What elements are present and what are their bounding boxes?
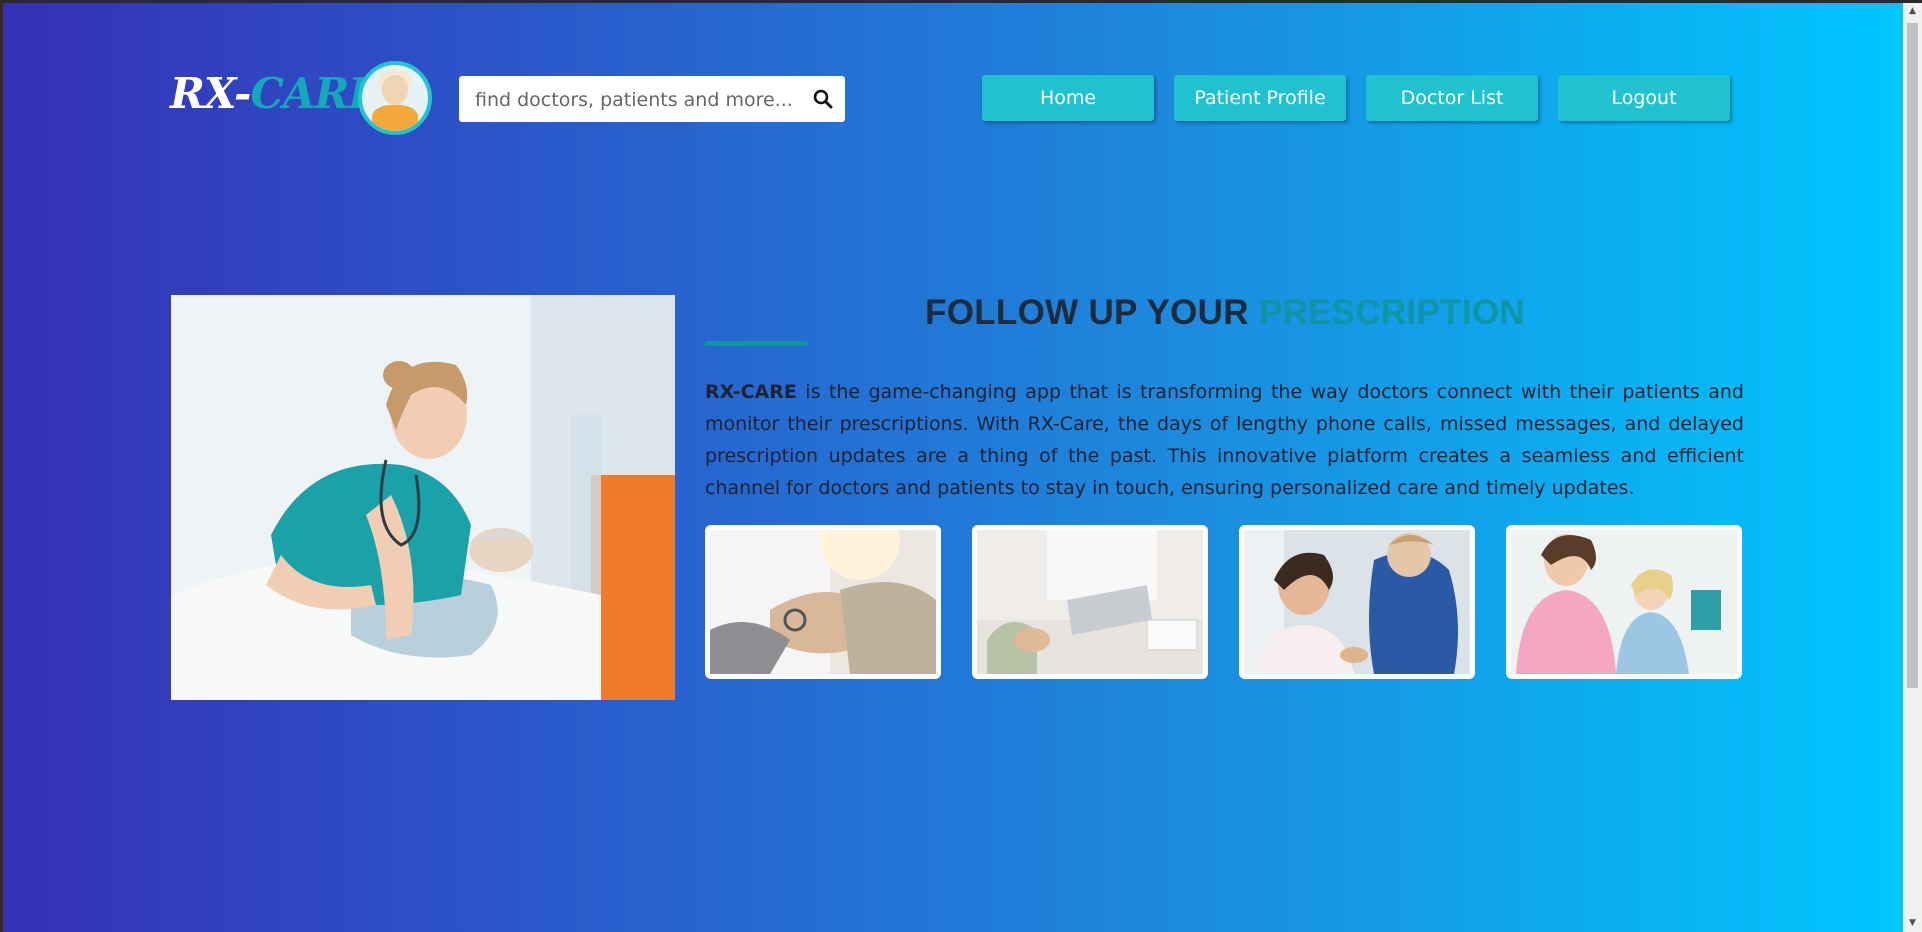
thumbnail-nurse-with-child — [1506, 525, 1742, 679]
scrollbar-thumb[interactable] — [1907, 23, 1918, 688]
scroll-up-arrow-icon[interactable]: ▲ — [1903, 3, 1922, 20]
nav-doctor-list-button[interactable]: Doctor List — [1366, 75, 1538, 121]
hero-description: RX-CARE is the game-changing app that is… — [705, 381, 1744, 499]
heading-underline — [705, 341, 807, 346]
nav-logout-button[interactable]: Logout — [1558, 75, 1730, 121]
user-avatar[interactable] — [358, 61, 432, 135]
search-bar — [459, 76, 845, 124]
page-background: RX-CARE Home Patient Profile Doctor List… — [0, 3, 1903, 932]
vertical-scrollbar[interactable]: ▲ ▼ — [1903, 3, 1922, 932]
app-logo[interactable]: RX-CARE — [170, 69, 380, 118]
search-icon[interactable] — [813, 89, 833, 109]
nav-home-button[interactable]: Home — [982, 75, 1154, 121]
scroll-down-arrow-icon[interactable]: ▼ — [1903, 915, 1922, 932]
hero-image-nurse-with-patient — [171, 295, 675, 700]
search-input[interactable] — [473, 76, 797, 124]
thumbnail-patient-smiling — [1239, 525, 1475, 679]
thumbnail-hands-comfort — [705, 525, 941, 679]
nav-patient-profile-button[interactable]: Patient Profile — [1174, 75, 1346, 121]
hero-heading: FOLLOW UP YOUR PRESCRIPTION — [925, 293, 1525, 332]
thumbnail-doctor-tablet — [972, 525, 1208, 679]
